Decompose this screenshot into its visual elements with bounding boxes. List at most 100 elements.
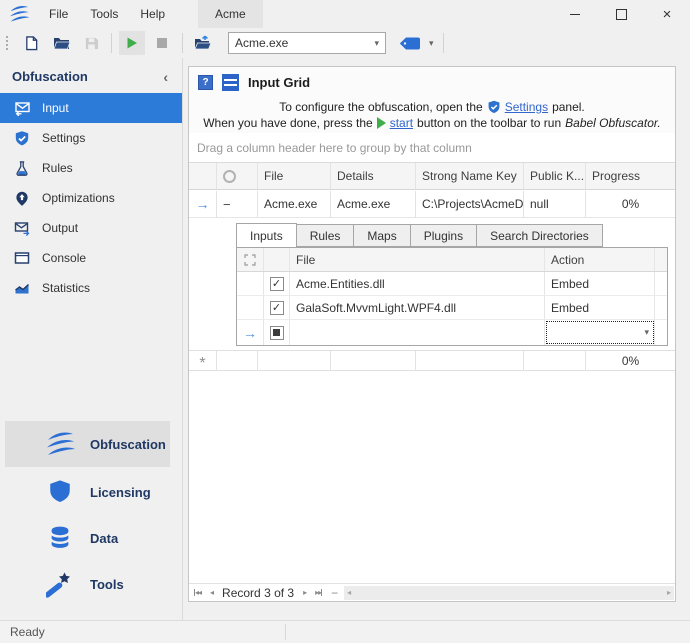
app-logo-icon	[8, 5, 30, 23]
column-header-details[interactable]: Details	[331, 163, 416, 189]
play-icon	[377, 117, 386, 129]
nested-column-header-file[interactable]: File	[290, 248, 545, 271]
collapse-sidebar-icon[interactable]: ‹	[163, 72, 168, 82]
last-record-button[interactable]: ▸▸	[315, 588, 322, 597]
start-obfuscation-button[interactable]	[119, 31, 145, 55]
group-by-band[interactable]: Drag a column header here to group by th…	[189, 133, 675, 162]
checkbox-checked[interactable]: ✓	[270, 301, 284, 315]
stop-button[interactable]	[149, 31, 175, 55]
cell-blank[interactable]	[258, 351, 331, 370]
menu-tools[interactable]: Tools	[79, 0, 129, 28]
delete-record-button[interactable]: −	[331, 586, 338, 600]
maximize-button[interactable]	[598, 0, 644, 28]
select-all-header[interactable]	[237, 248, 264, 271]
tab-maps[interactable]: Maps	[354, 224, 410, 247]
nav-item-obfuscation[interactable]: Obfuscation	[5, 421, 170, 467]
tab-inputs[interactable]: Inputs	[236, 223, 297, 247]
expander-column-header[interactable]	[217, 163, 258, 189]
scroll-left-icon[interactable]: ◂	[347, 588, 351, 597]
cell-blank[interactable]	[416, 351, 524, 370]
indeterminate-mark	[273, 329, 280, 336]
group-by-hint: Drag a column header here to group by th…	[197, 141, 472, 155]
nav-item-licensing[interactable]: Licensing	[0, 471, 182, 513]
statusbar: Ready	[0, 620, 690, 643]
tag-icon[interactable]	[399, 37, 421, 50]
save-button[interactable]	[78, 31, 104, 55]
collapse-row-button[interactable]: −	[217, 191, 258, 217]
cell-details[interactable]: Acme.exe	[331, 191, 416, 217]
list-item-editing[interactable]: → ▾	[237, 320, 667, 345]
menu-help[interactable]: Help	[129, 0, 176, 28]
include-checkbox[interactable]: ✓	[264, 296, 290, 319]
cell-file-empty[interactable]	[290, 320, 545, 345]
sidebar-item-settings[interactable]: Settings	[0, 123, 182, 153]
first-record-button[interactable]: ◂◂	[194, 588, 201, 597]
sidebar-item-optimizations[interactable]: Optimizations	[0, 183, 182, 213]
previous-record-button[interactable]: ◂	[210, 588, 213, 597]
start-link[interactable]: start	[390, 116, 413, 130]
row-indicator	[237, 296, 264, 319]
tab-plugins[interactable]: Plugins	[411, 224, 477, 247]
list-item[interactable]: ✓ Acme.Entities.dll Embed	[237, 272, 667, 296]
cell-blank[interactable]	[524, 351, 586, 370]
next-record-button[interactable]: ▸	[303, 588, 306, 597]
action-dropdown-editor[interactable]: ▾	[545, 320, 655, 345]
close-button[interactable]: ×	[644, 0, 690, 28]
cell-file[interactable]: GalaSoft.MvvmLight.WPF4.dll	[290, 296, 545, 319]
new-row[interactable]: * 0%	[189, 350, 675, 371]
column-header-public-key[interactable]: Public K...	[524, 163, 586, 189]
cell-public-key[interactable]: null	[524, 191, 586, 217]
cell-blank	[655, 272, 667, 295]
column-header-progress[interactable]: Progress	[586, 163, 675, 189]
menu-file[interactable]: File	[38, 0, 79, 28]
nav-item-tools[interactable]: Tools	[0, 563, 182, 605]
checkbox-checked[interactable]: ✓	[270, 277, 284, 291]
document-tab[interactable]: Acme	[198, 0, 263, 28]
toolbar-grip[interactable]	[5, 35, 9, 51]
new-project-button[interactable]	[18, 31, 44, 55]
statistics-chart-icon	[13, 280, 31, 297]
window-controls: ×	[552, 0, 690, 28]
column-header-file[interactable]: File	[258, 163, 331, 189]
row-indicator: →	[189, 191, 217, 217]
cell-action[interactable]: Embed	[545, 272, 655, 295]
toolbar: Acme.exe ▾ ▾	[0, 28, 690, 58]
include-checkbox[interactable]: ✓	[264, 272, 290, 295]
settings-link[interactable]: Settings	[505, 100, 548, 114]
cell-file[interactable]: Acme.Entities.dll	[290, 272, 545, 295]
new-row-asterisk-icon: *	[199, 354, 205, 368]
sidebar-item-rules[interactable]: Rules	[0, 153, 182, 183]
sidebar-item-input[interactable]: Input	[0, 93, 182, 123]
instruction-line-1: To configure the obfuscation, open the S…	[189, 100, 675, 114]
nested-column-header-action[interactable]: Action	[545, 248, 655, 271]
panel-title: Input Grid	[248, 75, 310, 90]
tab-rules[interactable]: Rules	[297, 224, 355, 247]
detail-tabs: Inputs Rules Maps Plugins Search Directo…	[236, 223, 603, 247]
close-icon: ×	[663, 7, 672, 22]
cell-file[interactable]: Acme.exe	[258, 191, 331, 217]
checkbox-indeterminate[interactable]	[270, 326, 284, 340]
sidebar-item-statistics[interactable]: Statistics	[0, 273, 182, 303]
cell-strong-name-key[interactable]: C:\Projects\AcmeDat...	[416, 191, 524, 217]
scroll-right-icon[interactable]: ▸	[667, 588, 671, 597]
tab-search-directories[interactable]: Search Directories	[477, 224, 603, 247]
sidebar-item-console[interactable]: Console	[0, 243, 182, 273]
sidebar-item-output[interactable]: Output	[0, 213, 182, 243]
column-header-strong-name-key[interactable]: Strong Name Key	[416, 163, 524, 189]
list-item[interactable]: ✓ GalaSoft.MvvmLight.WPF4.dll Embed	[237, 296, 667, 320]
cell-action[interactable]: Embed	[545, 296, 655, 319]
minimize-button[interactable]	[552, 0, 598, 28]
target-assembly-combobox[interactable]: Acme.exe ▾	[228, 32, 386, 54]
sidebar-item-label: Statistics	[42, 281, 90, 295]
table-row[interactable]: → − Acme.exe Acme.exe C:\Projects\AcmeDa…	[189, 191, 675, 218]
horizontal-scrollbar[interactable]: ◂ ▸	[344, 586, 674, 600]
tag-dropdown-caret[interactable]: ▾	[429, 39, 434, 48]
inputs-nested-grid: File Action ✓ Acme.Entities.dll Embed ✓ …	[236, 247, 668, 346]
row-indicator	[237, 272, 264, 295]
open-project-button[interactable]	[48, 31, 74, 55]
open-output-button[interactable]	[190, 31, 216, 55]
nav-item-data[interactable]: Data	[0, 517, 182, 559]
cell-blank[interactable]	[331, 351, 416, 370]
help-icon[interactable]: ?	[198, 75, 213, 90]
include-checkbox[interactable]	[264, 320, 290, 345]
